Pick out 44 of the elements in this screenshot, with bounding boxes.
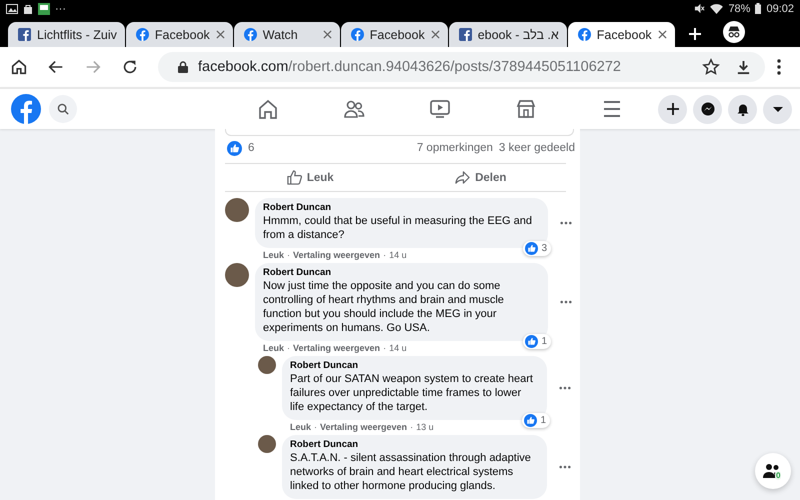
- comment-text: Part of our SATAN weapon system to create heart failures over unpredictable time frames to lower life expectancy of the target.: [290, 372, 534, 414]
- contacts-button[interactable]: 0: [755, 453, 791, 489]
- separator-dot: ·: [410, 422, 414, 433]
- comment-action-link[interactable]: Vertaling weergeven: [293, 343, 380, 354]
- notification-more: ···: [55, 2, 66, 14]
- battery-percent: 78%: [728, 2, 750, 14]
- separator-dot: ·: [287, 250, 290, 261]
- reaction-badge[interactable]: 1: [523, 334, 551, 349]
- comment-text: Now just time the opposite and you can do some controlling of heart rhythms and brain and muscle function but you should include the MEG in your experiments on humans. Go USA.: [263, 279, 505, 335]
- browser-tab[interactable]: ebook - א. בלב: [448, 22, 567, 47]
- comment-action-link[interactable]: Vertaling weergeven: [293, 250, 380, 261]
- reaction-badge[interactable]: 1: [522, 413, 550, 428]
- browser-tab[interactable]: Watch: [234, 22, 340, 47]
- comment-action-link[interactable]: Leuk: [290, 422, 312, 433]
- comment-text: S.A.T.A.N. - silent assassination through adaptive networks of brain and heart electrical systems linked to other hormone producing glands.: [290, 451, 532, 493]
- browser-tab[interactable]: Facebook: [126, 22, 233, 47]
- share-count[interactable]: 3 keer gedeeld: [498, 142, 575, 154]
- browser-tab[interactable]: Lichtflits - Zuiv: [8, 22, 125, 47]
- share-button[interactable]: Delen: [396, 164, 566, 191]
- address-field[interactable]: facebook.com/robert.duncan.94043626/posts/3789445051106272: [158, 52, 765, 82]
- comment-action-link[interactable]: Leuk: [263, 250, 284, 261]
- comment-action-link[interactable]: Vertaling weergeven: [320, 422, 408, 433]
- comment-count[interactable]: 7 opmerkingen: [416, 142, 493, 154]
- like-count[interactable]: 6: [248, 142, 254, 154]
- clock: 09:02: [766, 2, 794, 14]
- browser-tab[interactable]: Facebook: [568, 22, 675, 47]
- comment-text: Hmmm, could that be useful in measuring the EEG and from a distance?: [263, 214, 534, 242]
- author-name[interactable]: Robert Duncan: [290, 360, 537, 372]
- comment-action-link[interactable]: Leuk: [263, 343, 284, 354]
- separator-dot: ·: [383, 343, 386, 354]
- url-text: facebook.com/robert.duncan.94043626/posts/3789445051106272: [198, 59, 621, 75]
- like-button[interactable]: Leuk: [225, 164, 396, 191]
- author-name[interactable]: Robert Duncan: [263, 202, 538, 214]
- author-name[interactable]: Robert Duncan: [290, 439, 537, 451]
- comment-time[interactable]: 14 u: [389, 343, 407, 354]
- separator-dot: ·: [314, 422, 318, 433]
- online-count: 0: [775, 471, 782, 480]
- browser-tab[interactable]: Facebook: [340, 22, 448, 47]
- author-name[interactable]: Robert Duncan: [263, 267, 538, 279]
- comment-time[interactable]: 14 u: [389, 250, 407, 261]
- reaction-badge[interactable]: 3: [523, 241, 551, 256]
- separator-dot: ·: [383, 250, 386, 261]
- comment-time[interactable]: 13 u: [416, 422, 434, 433]
- separator-dot: ·: [287, 343, 290, 354]
